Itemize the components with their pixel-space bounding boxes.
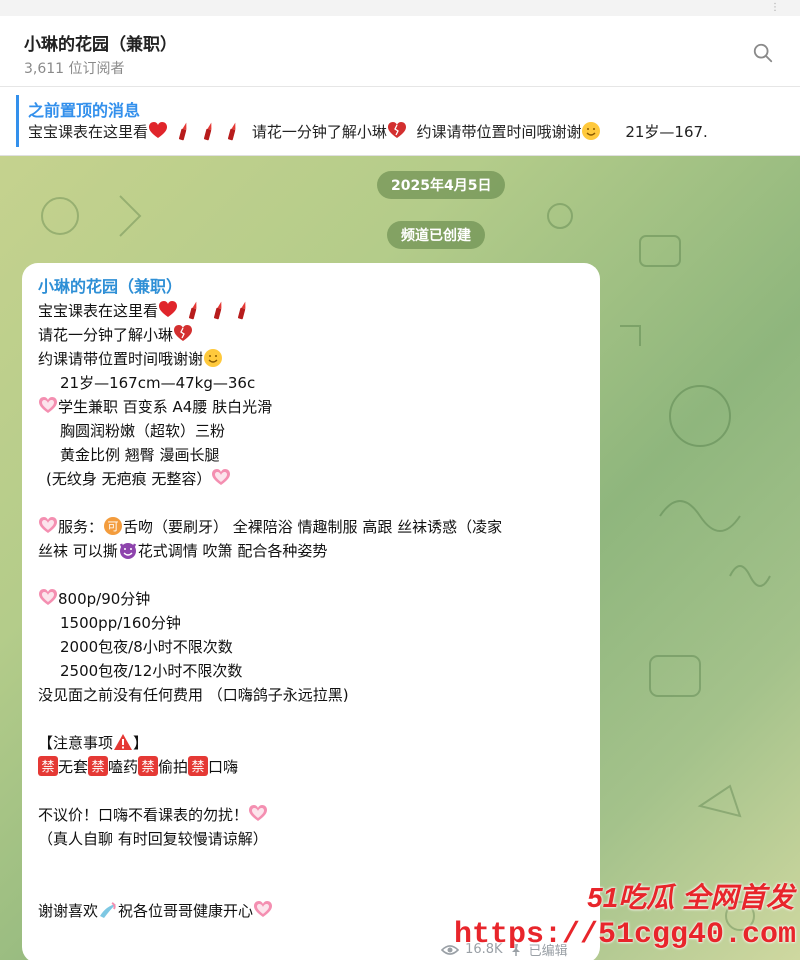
search-icon[interactable] — [752, 42, 774, 64]
message-sender[interactable]: 小琳的花园（兼职） — [38, 275, 588, 299]
heart-icon — [159, 301, 178, 317]
message-text: 【注意事项 — [38, 734, 114, 752]
message-line: 2000包夜/8小时不限次数 — [60, 638, 233, 656]
heart-decoration-icon — [39, 397, 57, 413]
smiling-face-icon — [582, 122, 601, 140]
message-line: (无纹身 无疤痕 无整容） — [38, 467, 588, 491]
ok-badge-icon: 可 — [104, 517, 123, 535]
message-line: 2500包夜/12小时不限次数 — [60, 662, 243, 680]
date-pill: 2025年4月5日 — [377, 171, 506, 199]
message-text: 】 — [133, 734, 149, 752]
more-dots-icon[interactable]: ⋮ — [770, 2, 780, 13]
message-text: 花式调情 吹箫 配合各种姿势 — [137, 542, 328, 560]
message-line: 没见面之前没有任何费用 （口嗨鸽子永远拉黑) — [38, 686, 349, 704]
message-text: 宝宝课表在这里看 — [38, 302, 159, 320]
heart-decoration-icon — [39, 517, 57, 533]
pinned-label: 之前置顶的消息 — [28, 101, 141, 120]
lipstick-icon — [178, 122, 187, 141]
message-line: 约课请带位置时间哦谢谢 — [38, 347, 588, 371]
message-line: 【注意事项 】 — [38, 731, 588, 755]
message-text: 不议价！口嗨不看课表的勿扰！ — [38, 806, 249, 824]
lipstick-icon — [188, 301, 197, 320]
message-line: 黄金比例 翘臀 漫画长腿 — [60, 446, 220, 464]
pinned-text-b: 请花一分钟了解小琳 — [251, 123, 387, 141]
svg-text:禁: 禁 — [92, 760, 105, 775]
message-text: 口嗨 — [208, 758, 239, 776]
message-line: 宝宝课表在这里看 — [38, 299, 588, 323]
heart-decoration-icon — [254, 901, 273, 917]
message-text: 舌吻（要刷牙） 全裸陪浴 情趣制服 高跟 丝袜诱惑（凌家 — [123, 518, 503, 536]
message-text: 丝袜 可以撕 — [38, 542, 118, 560]
message-line: 800p/90分钟 — [38, 587, 588, 611]
lipstick-icon — [213, 301, 221, 320]
pinned-message-bar[interactable]: 之前置顶的消息 宝宝课表在这里看 请花一分钟了解小琳 约课请带位置时间哦谢谢 2… — [0, 87, 800, 156]
pinned-indicator — [16, 95, 19, 147]
heart-icon — [149, 122, 168, 138]
message-text: 约课请带位置时间哦谢谢 — [38, 350, 204, 368]
message-line: 服务： 可舌吻（要刷牙） 全裸陪浴 情趣制服 高跟 丝袜诱惑（凌家 — [38, 515, 588, 539]
message-text: 谢谢喜欢 — [38, 902, 99, 920]
window-top-strip: ⋮ — [0, 0, 800, 16]
prohibited-badge-icon: 禁 — [188, 756, 209, 776]
message-text: 请花一分钟了解小琳 — [38, 326, 174, 344]
warning-icon — [114, 734, 133, 750]
message-text: 嗑药 — [108, 758, 139, 776]
message-line: 禁无套禁嗑药禁偷拍禁口嗨 — [38, 755, 588, 779]
pinned-text-c: 约课请带位置时间哦谢谢 — [416, 123, 582, 141]
message-text: 学生兼职 百变系 A4腰 肤白光滑 — [58, 398, 273, 416]
subscriber-count: 3,611 位订阅者 — [24, 61, 125, 77]
service-message: 频道已创建 — [387, 221, 485, 249]
svg-text:禁: 禁 — [142, 760, 155, 775]
channel-header[interactable]: 小琳的花园（兼职） 3,611 位订阅者 — [0, 16, 800, 87]
message-text: 偷拍 — [158, 758, 189, 776]
message-text: 祝各位哥哥健康开心 — [118, 902, 254, 920]
message-text: 服务： — [58, 518, 104, 536]
pinned-text-a: 宝宝课表在这里看 — [28, 123, 149, 141]
smiling-face-icon — [204, 349, 223, 367]
heart-decoration-icon — [39, 589, 57, 605]
message-line: 丝袜 可以撕 花式调情 吹箫 配合各种姿势 — [38, 539, 588, 563]
watermark-title: 51吃瓜 全网首发 — [587, 882, 794, 913]
message-text: (无纹身 无疤痕 无整容） — [46, 470, 212, 488]
pinned-text-d: 21岁—167. — [625, 123, 708, 141]
devil-icon — [119, 543, 136, 559]
message-text: 800p/90分钟 — [58, 590, 151, 608]
heart-decoration-icon — [249, 805, 268, 821]
channel-title[interactable]: 小琳的花园（兼职） — [24, 30, 177, 55]
message-line: 不议价！口嗨不看课表的勿扰！ — [38, 803, 588, 827]
pinned-preview: 宝宝课表在这里看 请花一分钟了解小琳 约课请带位置时间哦谢谢 21岁—167. — [28, 121, 708, 142]
broken-heart-icon — [387, 122, 406, 138]
watermark-url: https://51cgg40.com — [453, 918, 796, 952]
message-line: 请花一分钟了解小琳 — [38, 323, 588, 347]
broken-heart-icon — [174, 325, 193, 341]
prohibited-badge-icon: 禁 — [88, 756, 109, 776]
message-line: （真人自聊 有时回复较慢请谅解） — [38, 830, 268, 848]
lipstick-icon — [203, 122, 211, 141]
heart-decoration-icon — [212, 469, 231, 485]
message-line: 1500pp/160分钟 — [60, 614, 181, 632]
message-bubble[interactable]: 小琳的花园（兼职） 宝宝课表在这里看 请花一分钟了解小琳 约课请带位置时间哦谢谢… — [22, 263, 600, 960]
message-text: 无套 — [58, 758, 89, 776]
ribbon-icon — [100, 902, 117, 918]
svg-text:禁: 禁 — [41, 760, 54, 775]
lipstick-icon — [228, 122, 236, 141]
svg-text:禁: 禁 — [192, 760, 205, 775]
message-line: 学生兼职 百变系 A4腰 肤白光滑 — [38, 395, 588, 419]
message-line: 21岁—167cm—47kg—36c — [60, 374, 256, 392]
prohibited-badge-icon: 禁 — [38, 756, 58, 776]
prohibited-badge-icon: 禁 — [138, 756, 159, 776]
lipstick-icon — [238, 301, 246, 320]
message-line: 胸圆润粉嫩（超软）三粉 — [60, 422, 226, 440]
chat-area[interactable]: 2025年4月5日 频道已创建 小琳的花园（兼职） 宝宝课表在这里看 请花一分钟… — [0, 156, 800, 960]
svg-text:可: 可 — [108, 520, 119, 533]
